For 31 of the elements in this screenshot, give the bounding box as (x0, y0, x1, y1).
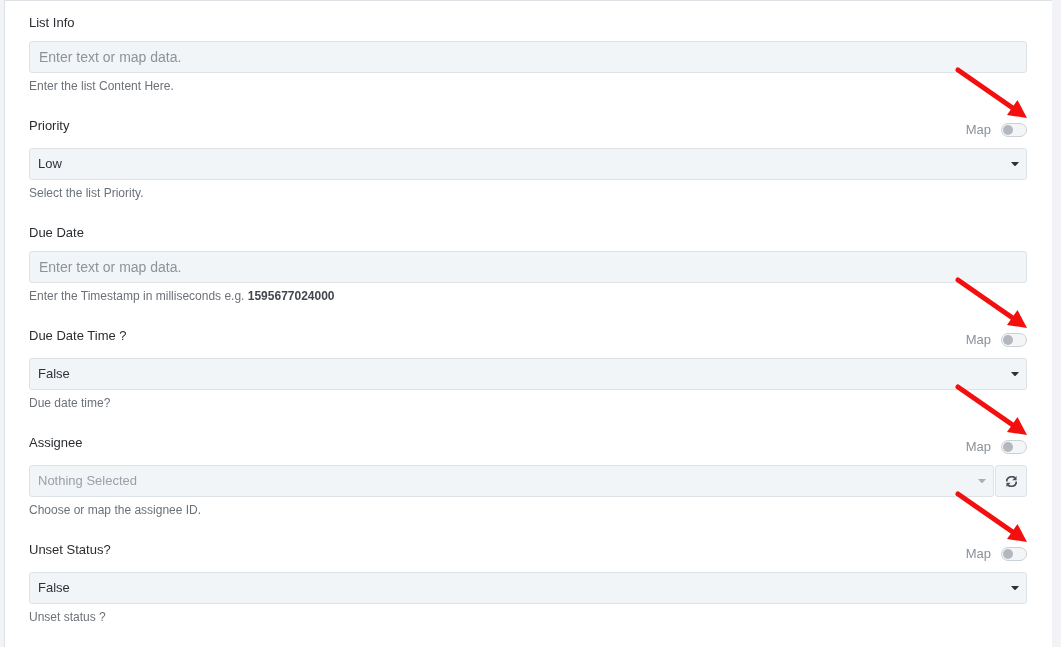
caret-icon (1011, 161, 1019, 167)
help-text: Due date time? (29, 395, 112, 412)
field-label: Unset Status? (29, 541, 111, 559)
field-label: List Info (29, 14, 75, 32)
field-label: Assignee (29, 434, 83, 452)
field-label: Priority (29, 117, 70, 135)
toggle-switch[interactable] (1001, 123, 1027, 137)
dropdown[interactable]: Low (29, 148, 1027, 180)
refresh-button[interactable] (995, 465, 1027, 497)
help-text: Enter the Timestamp in milliseconds e.g. 1595677024000 (29, 288, 336, 305)
toggle-label: Map (965, 121, 991, 139)
help-text: Choose or map the assignee ID. (29, 502, 203, 519)
toggle-switch[interactable] (1001, 547, 1027, 561)
field-label: Due Date (29, 224, 84, 242)
toggle-label: Map (965, 331, 991, 349)
field-label: Due Date Time ? (29, 327, 127, 345)
refresh-icon (1005, 475, 1017, 487)
caret-icon (978, 478, 986, 484)
toggle-label: Map (965, 438, 991, 456)
dropdown[interactable]: False (29, 358, 1027, 390)
toggle-label: Map (965, 545, 991, 563)
help-text: Enter the list Content Here. (29, 78, 175, 95)
dropdown[interactable]: False (29, 572, 1027, 604)
help-text: Select the list Priority. (29, 185, 145, 202)
input-field[interactable]: Enter text or map data. (29, 41, 1027, 73)
help-text: Unset status ? (29, 609, 107, 626)
input-field[interactable]: Enter text or map data. (29, 251, 1027, 283)
caret-icon (1011, 585, 1019, 591)
caret-icon (1011, 371, 1019, 377)
toggle-switch[interactable] (1001, 440, 1027, 454)
toggle-switch[interactable] (1001, 333, 1027, 347)
